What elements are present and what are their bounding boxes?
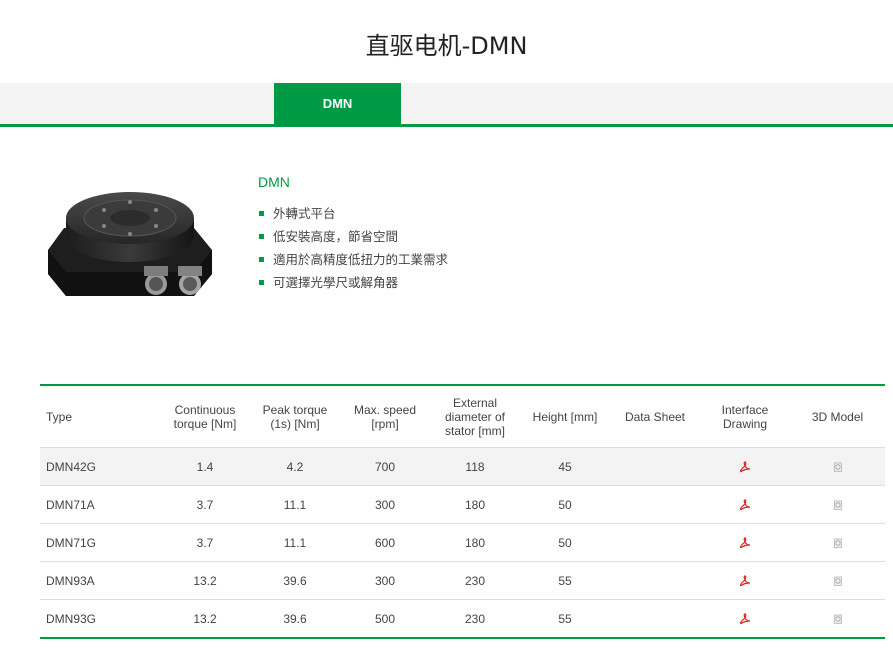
table-header-row: Type Continuous torque [Nm] Peak torque … <box>40 385 885 448</box>
cell-max-speed: 300 <box>340 485 430 524</box>
cell-stator-diameter: 180 <box>430 523 520 562</box>
cell-continuous-torque: 3.7 <box>160 523 250 562</box>
cell-stator-diameter: 230 <box>430 561 520 600</box>
header-continuous-torque: Continuous torque [Nm] <box>160 385 250 448</box>
table-row: DMN71G 3.7 11.1 600 180 50 <box>40 523 885 562</box>
cell-max-speed: 600 <box>340 523 430 562</box>
cell-data-sheet <box>610 485 700 524</box>
cell-height: 50 <box>520 523 610 562</box>
tab-bar: DMN <box>0 83 893 127</box>
3d-model-icon[interactable] <box>832 537 844 549</box>
bullet-icon <box>259 257 264 262</box>
cell-type: DMN71G <box>40 523 160 562</box>
cell-max-speed: 500 <box>374 611 396 626</box>
cell-type: DMN42G <box>40 447 160 486</box>
cell-continuous-torque: 13.2 <box>193 611 217 626</box>
cell-peak-torque: 4.2 <box>250 447 340 486</box>
product-name: DMN <box>258 174 290 190</box>
header-peak-torque: Peak torque (1s) [Nm] <box>250 385 340 448</box>
3d-model-icon[interactable] <box>832 613 844 625</box>
cell-peak-torque: 11.1 <box>250 523 340 562</box>
cell-stator-diameter: 180 <box>430 485 520 524</box>
bullet-icon <box>259 234 264 239</box>
cell-3d-model <box>790 600 885 639</box>
cell-continuous-torque: 13.2 <box>160 561 250 600</box>
cell-3d-model <box>790 447 885 486</box>
spec-table: Type Continuous torque [Nm] Peak torque … <box>40 384 885 639</box>
cell-height: 50 <box>520 485 610 524</box>
cell-max-speed: 300 <box>340 561 430 600</box>
header-data-sheet: Data Sheet <box>610 385 700 448</box>
cell-height: 55 <box>520 561 610 600</box>
cell-peak-torque: 39.6 <box>283 611 307 626</box>
3d-model-icon[interactable] <box>832 575 844 587</box>
cell-peak-torque: 39.6 <box>250 561 340 600</box>
feature-item: 適用於高精度低扭力的工業需求 <box>258 250 448 273</box>
feature-item: 可選擇光學尺或解角器 <box>258 273 448 296</box>
header-type: Type <box>40 385 160 448</box>
table-row: DMN42G 1.4 4.2 700 118 45 <box>40 447 885 486</box>
feature-item: 外轉式平台 <box>258 204 448 227</box>
cell-3d-model <box>790 561 885 600</box>
pdf-icon[interactable] <box>739 537 751 549</box>
cell-peak-torque: 11.1 <box>250 485 340 524</box>
cell-3d-model <box>790 485 885 524</box>
tab-dmn[interactable]: DMN <box>274 83 401 124</box>
pdf-icon[interactable] <box>739 613 751 625</box>
cell-interface-drawing <box>700 523 790 562</box>
cell-interface-drawing <box>700 447 790 486</box>
cell-interface-drawing <box>700 600 790 639</box>
bullet-icon <box>259 211 264 216</box>
header-max-speed: Max. speed [rpm] <box>340 385 430 448</box>
cell-data-sheet <box>610 523 700 562</box>
cell-max-speed: 700 <box>340 447 430 486</box>
cell-height: 55 <box>558 611 572 626</box>
table-row: DMN71A 3.7 11.1 300 180 50 <box>40 485 885 524</box>
cell-interface-drawing <box>700 485 790 524</box>
header-3d-model: 3D Model <box>790 385 885 448</box>
cell-stator-diameter: 118 <box>430 447 520 486</box>
cell-stator-diameter: 230 <box>464 611 486 626</box>
cell-interface-drawing <box>700 561 790 600</box>
table-row: DMN93A 13.2 39.6 300 230 55 <box>40 561 885 600</box>
cell-continuous-torque: 3.7 <box>160 485 250 524</box>
cell-height: 45 <box>520 447 610 486</box>
cell-type: DMN71A <box>40 485 160 524</box>
cell-data-sheet <box>610 600 700 639</box>
cell-type: DMN93A <box>40 561 160 600</box>
header-stator-diameter: External diameter of stator [mm] <box>430 385 520 448</box>
3d-model-icon[interactable] <box>832 499 844 511</box>
header-height: Height [mm] <box>520 385 610 448</box>
cell-continuous-torque: 1.4 <box>160 447 250 486</box>
cell-type: DMN93G <box>46 611 97 626</box>
cell-data-sheet <box>610 447 700 486</box>
pdf-icon[interactable] <box>739 461 751 473</box>
feature-item: 低安裝高度，節省空間 <box>258 227 448 250</box>
pdf-icon[interactable] <box>739 575 751 587</box>
pdf-icon[interactable] <box>739 499 751 511</box>
3d-model-icon[interactable] <box>832 461 844 473</box>
cell-data-sheet <box>610 561 700 600</box>
header-interface-drawing: Interface Drawing <box>700 385 790 448</box>
feature-list: 外轉式平台 低安裝高度，節省空間 適用於高精度低扭力的工業需求 可選擇光學尺或解… <box>258 204 448 296</box>
page-title: 直驱电机-DMN <box>365 32 528 60</box>
table-row: DMN93G 13.2 39.6 500 230 55 <box>40 600 885 639</box>
product-image <box>48 192 212 296</box>
bullet-icon <box>259 280 264 285</box>
cell-3d-model <box>790 523 885 562</box>
